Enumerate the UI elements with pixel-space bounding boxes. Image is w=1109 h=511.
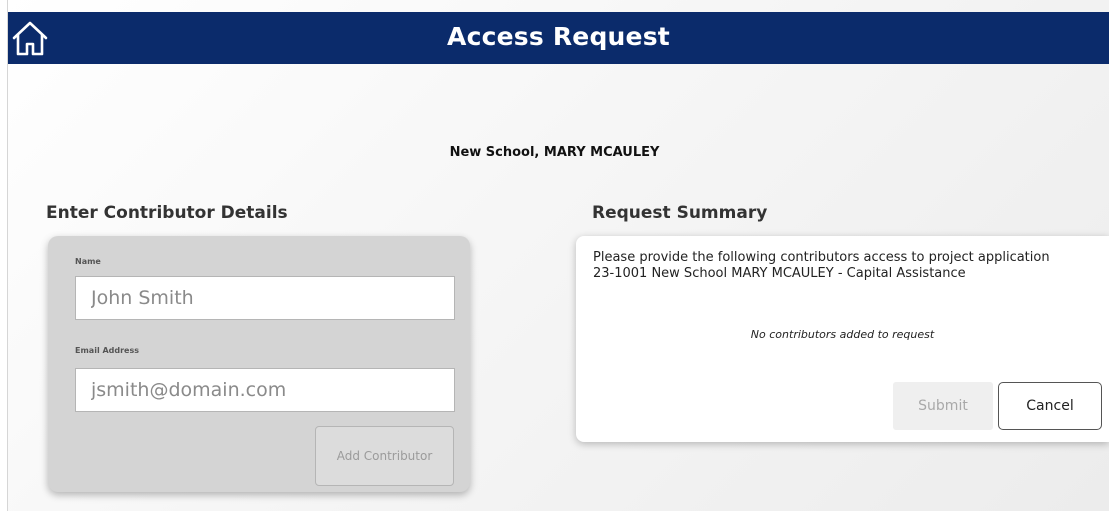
contributor-details-heading: Enter Contributor Details	[46, 203, 288, 223]
name-label: Name	[75, 257, 101, 266]
summary-message: Please provide the following contributor…	[593, 250, 1050, 281]
name-input[interactable]	[75, 276, 455, 320]
page-title: Access Request	[447, 22, 670, 51]
app-header: Access Request	[8, 12, 1109, 64]
contributor-form-panel: Name Email Address Add Contributor	[48, 236, 470, 492]
email-input[interactable]	[75, 368, 455, 412]
left-border	[0, 0, 8, 511]
add-contributor-button[interactable]: Add Contributor	[315, 426, 454, 486]
submit-button[interactable]: Submit	[893, 382, 993, 430]
cancel-button[interactable]: Cancel	[998, 382, 1102, 430]
empty-contributors-message: No contributors added to request	[750, 328, 935, 341]
project-school-name: New School, MARY MCAULEY	[449, 145, 660, 160]
request-summary-heading: Request Summary	[592, 203, 768, 223]
request-summary-panel: Please provide the following contributor…	[576, 236, 1109, 442]
email-label: Email Address	[75, 346, 140, 355]
